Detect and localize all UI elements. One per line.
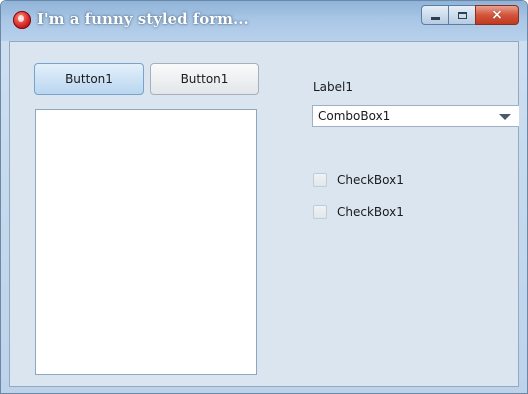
- label1: Label1: [313, 80, 354, 94]
- chevron-down-icon[interactable]: [499, 114, 511, 120]
- window-controls: ×: [421, 5, 519, 27]
- minimize-icon: [430, 16, 440, 20]
- combobox[interactable]: ComboBox1: [312, 105, 519, 127]
- checkbox-1-box[interactable]: [313, 173, 327, 187]
- window-title: I'm a funny styled form...: [37, 10, 249, 28]
- checkbox-1[interactable]: CheckBox1: [313, 171, 404, 189]
- button1-primary[interactable]: Button1: [34, 63, 144, 95]
- app-window: I'm a funny styled form... × Button1 But…: [0, 0, 528, 394]
- checkbox-2-label: CheckBox1: [337, 205, 404, 219]
- minimize-button[interactable]: [421, 5, 448, 25]
- checkbox-2[interactable]: CheckBox1: [313, 203, 404, 221]
- app-icon[interactable]: [13, 11, 31, 29]
- title-bar[interactable]: I'm a funny styled form... ×: [1, 1, 527, 41]
- close-icon: ×: [491, 7, 503, 23]
- close-button[interactable]: ×: [475, 5, 519, 25]
- maximize-button[interactable]: [448, 5, 475, 25]
- form-client-area: Button1 Button1 Label1 ComboBox1 CheckBo…: [9, 41, 519, 387]
- combobox-value: ComboBox1: [318, 109, 391, 123]
- checkbox-1-label: CheckBox1: [337, 173, 404, 187]
- button1-secondary[interactable]: Button1: [150, 63, 259, 95]
- maximize-icon: [457, 11, 467, 19]
- checkbox-2-box[interactable]: [313, 205, 327, 219]
- list-box[interactable]: [35, 109, 257, 375]
